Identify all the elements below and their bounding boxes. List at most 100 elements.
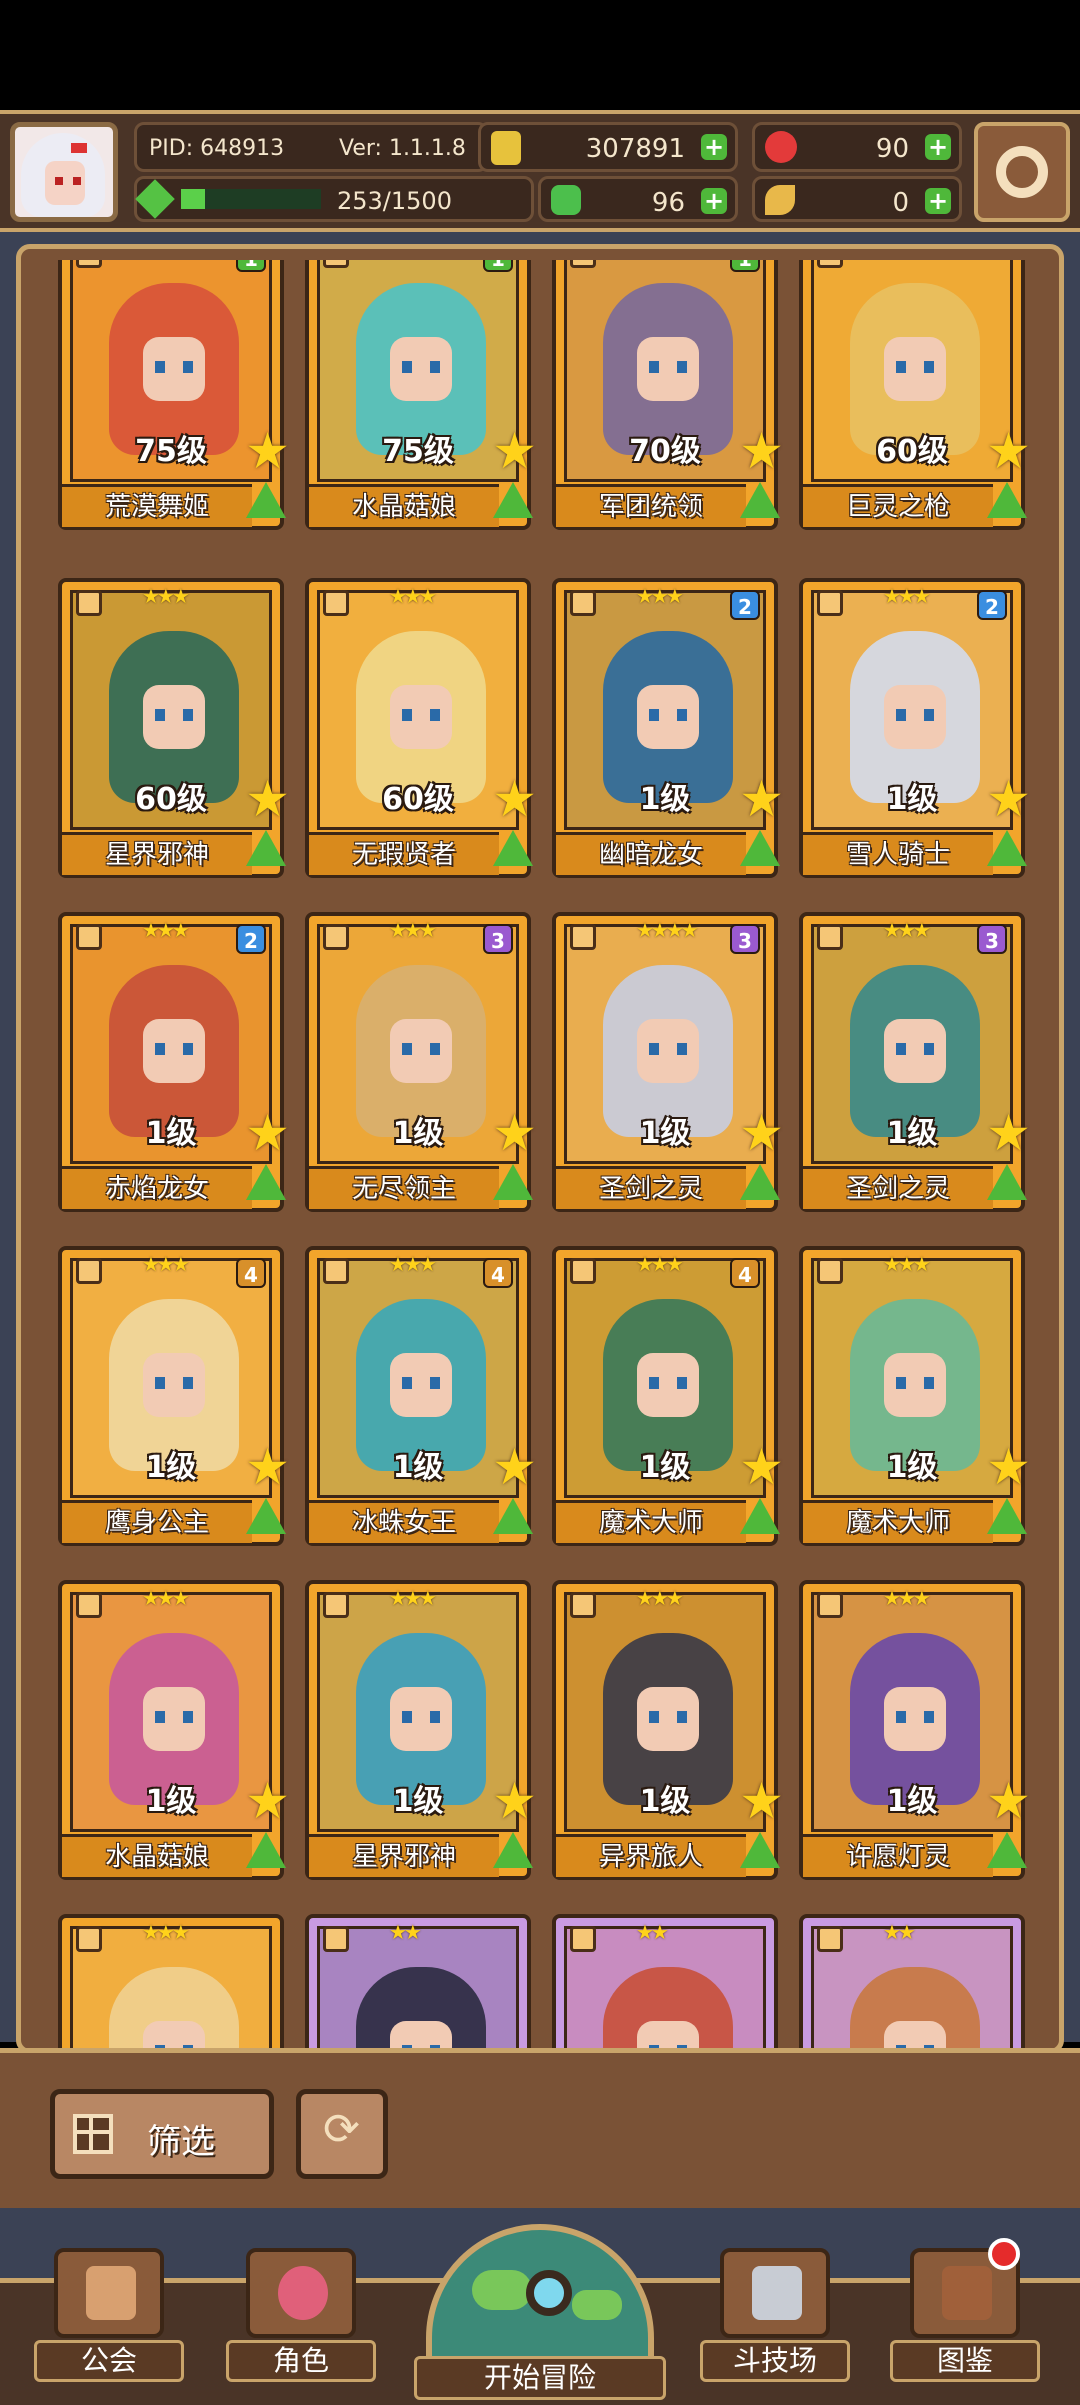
- star-upgrade-icon[interactable]: ★: [739, 1442, 784, 1492]
- refresh-button[interactable]: [296, 2089, 388, 2179]
- character-card[interactable]: ★★★★ 3 1级 圣剑之灵 ★: [552, 912, 784, 1212]
- star-upgrade-icon[interactable]: ★: [492, 1442, 537, 1492]
- character-grid[interactable]: 175级荒漠舞姬★175级水晶菇娘★170级军团统领★60级巨灵之枪★★★★60…: [0, 260, 1080, 2048]
- character-card[interactable]: ★★★: [58, 1914, 284, 2048]
- level-up-arrow-icon[interactable]: [987, 1164, 1027, 1200]
- star-upgrade-icon[interactable]: ★: [492, 426, 537, 476]
- level-up-arrow-icon[interactable]: [987, 1832, 1027, 1868]
- star-upgrade-icon[interactable]: ★: [986, 1776, 1031, 1826]
- star-upgrade-icon[interactable]: ★: [245, 1776, 290, 1826]
- star-upgrade-icon[interactable]: ★: [986, 426, 1031, 476]
- level-up-arrow-icon[interactable]: [740, 1832, 780, 1868]
- add-ruby-button[interactable]: +: [925, 134, 951, 160]
- rarity-stars: ★★★: [636, 584, 684, 608]
- experience-gem-icon: [135, 179, 175, 219]
- character-card[interactable]: ★★★ 2 1级 雪人骑士 ★: [799, 578, 1031, 878]
- nav-adventure[interactable]: 开始冒险: [414, 2224, 666, 2400]
- character-card[interactable]: ★★★ 4 1级 魔术大师 ★: [552, 1246, 784, 1546]
- filter-toolbar: 筛选: [0, 2048, 1080, 2213]
- star-upgrade-icon[interactable]: ★: [739, 426, 784, 476]
- weapon-type-icon: [570, 924, 596, 950]
- character-card[interactable]: ★★★ 1级 许愿灯灵 ★: [799, 1580, 1031, 1880]
- level-up-arrow-icon[interactable]: [987, 482, 1027, 518]
- character-card[interactable]: ★★★ 2 1级 幽暗龙女 ★: [552, 578, 784, 878]
- character-level: 60级: [382, 782, 454, 817]
- character-card[interactable]: ★★: [305, 1914, 531, 2048]
- character-card[interactable]: ★★★ 2 1级 赤焰龙女 ★: [58, 912, 290, 1212]
- star-upgrade-icon[interactable]: ★: [492, 774, 537, 824]
- nav-codex[interactable]: 图鉴: [890, 2238, 1040, 2388]
- weapon-type-icon: [76, 1258, 102, 1284]
- star-upgrade-icon[interactable]: ★: [492, 1776, 537, 1826]
- nav-arena[interactable]: 斗技场: [700, 2248, 850, 2388]
- level-up-arrow-icon[interactable]: [740, 482, 780, 518]
- star-upgrade-icon[interactable]: ★: [245, 426, 290, 476]
- level-up-arrow-icon[interactable]: [246, 1498, 286, 1534]
- character-level: 1级: [145, 1450, 197, 1485]
- character-card[interactable]: ★★★ 60级 星界邪神 ★: [58, 578, 290, 878]
- level-up-arrow-icon[interactable]: [246, 830, 286, 866]
- level-up-arrow-icon[interactable]: [740, 1498, 780, 1534]
- level-up-arrow-icon[interactable]: [740, 1164, 780, 1200]
- character-card[interactable]: ★★★ 1级 水晶菇娘 ★: [58, 1580, 290, 1880]
- feather-icon: [765, 185, 795, 215]
- game-version: Ver: 1.1.1.8: [339, 136, 466, 161]
- add-feather-button[interactable]: +: [925, 188, 951, 214]
- star-upgrade-icon[interactable]: ★: [245, 1442, 290, 1492]
- star-upgrade-icon[interactable]: ★: [986, 774, 1031, 824]
- star-upgrade-icon[interactable]: ★: [739, 1776, 784, 1826]
- status-bar-area: [0, 0, 1080, 110]
- add-gold-button[interactable]: +: [701, 134, 727, 160]
- nav-character[interactable]: 角色: [226, 2248, 376, 2388]
- player-avatar[interactable]: [10, 122, 118, 222]
- level-up-arrow-icon[interactable]: [493, 830, 533, 866]
- feather-counter: 0 +: [752, 176, 962, 222]
- nav-guild[interactable]: 公会: [34, 2248, 184, 2388]
- star-upgrade-icon[interactable]: ★: [492, 1108, 537, 1158]
- character-level: 1级: [392, 1116, 444, 1151]
- character-card[interactable]: ★★: [799, 1914, 1025, 2048]
- character-card[interactable]: ★★★ 4 1级 鹰身公主 ★: [58, 1246, 290, 1546]
- character-card[interactable]: 1 75级荒漠舞姬 ★: [58, 260, 290, 530]
- level-up-arrow-icon[interactable]: [987, 830, 1027, 866]
- level-up-arrow-icon[interactable]: [493, 1164, 533, 1200]
- add-clover-button[interactable]: +: [701, 188, 727, 214]
- character-card[interactable]: ★★★ 3 1级 圣剑之灵 ★: [799, 912, 1031, 1212]
- character-name: 星界邪神: [104, 840, 209, 870]
- star-upgrade-icon[interactable]: ★: [739, 774, 784, 824]
- character-card[interactable]: ★★★ 1级 星界邪神 ★: [305, 1580, 537, 1880]
- character-card[interactable]: 1 75级水晶菇娘 ★: [305, 260, 537, 530]
- weapon-type-icon: [817, 924, 843, 950]
- star-upgrade-icon[interactable]: ★: [245, 774, 290, 824]
- star-upgrade-icon[interactable]: ★: [739, 1108, 784, 1158]
- character-card[interactable]: ★★★ 3 1级 无尽领主 ★: [305, 912, 537, 1212]
- level-up-arrow-icon[interactable]: [246, 1832, 286, 1868]
- weapon-type-icon: [570, 1592, 596, 1618]
- level-up-arrow-icon[interactable]: [493, 1498, 533, 1534]
- level-up-arrow-icon[interactable]: [987, 1498, 1027, 1534]
- settings-button[interactable]: [974, 122, 1070, 222]
- character-name: 许愿灯灵: [845, 1842, 950, 1872]
- star-upgrade-icon[interactable]: ★: [986, 1442, 1031, 1492]
- character-name: 军团统领: [598, 492, 703, 522]
- character-card[interactable]: ★★: [552, 1914, 778, 2048]
- level-up-arrow-icon[interactable]: [493, 1832, 533, 1868]
- character-card[interactable]: ★★★ 1级 魔术大师 ★: [799, 1246, 1031, 1546]
- character-card[interactable]: ★★★ 60级 无瑕贤者 ★: [305, 578, 537, 878]
- player-id: PID: 648913: [149, 136, 285, 161]
- star-upgrade-icon[interactable]: ★: [245, 1108, 290, 1158]
- level-up-arrow-icon[interactable]: [246, 482, 286, 518]
- star-upgrade-icon[interactable]: ★: [986, 1108, 1031, 1158]
- character-name: 星界邪神: [351, 1842, 456, 1872]
- character-name: 异界旅人: [598, 1842, 703, 1872]
- level-up-arrow-icon[interactable]: [740, 830, 780, 866]
- character-card[interactable]: 60级 巨灵之枪 ★: [799, 260, 1031, 530]
- level-up-arrow-icon[interactable]: [246, 1164, 286, 1200]
- character-card[interactable]: ★★★ 1级 异界旅人 ★: [552, 1580, 784, 1880]
- character-card[interactable]: ★★★ 4 1级 冰蛛女王 ★: [305, 1246, 537, 1546]
- character-name: 无尽领主: [351, 1174, 456, 1204]
- character-level: 1级: [145, 1116, 197, 1151]
- level-up-arrow-icon[interactable]: [493, 482, 533, 518]
- character-card[interactable]: 1 70级军团统领 ★: [552, 260, 784, 530]
- filter-button[interactable]: 筛选: [50, 2089, 274, 2179]
